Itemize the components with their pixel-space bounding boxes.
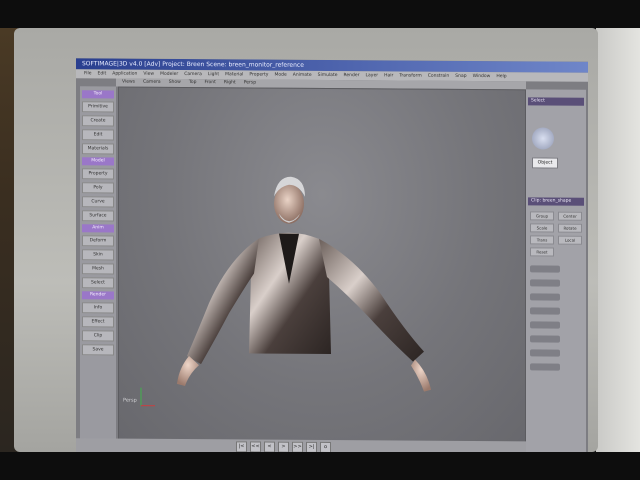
tool-button-edit[interactable]: Edit [82,129,114,141]
menu-item-transform[interactable]: Transform [399,71,421,80]
property-slider[interactable] [530,293,560,301]
letterbox-bottom [0,452,640,480]
select-header: Select [528,97,584,106]
left-tool-panel: Tool Primitive Create Edit Materials Model Pro… [80,86,116,447]
property-button-trans[interactable]: Trans [530,235,554,245]
window-title: SOFTIMAGE|3D v4.0 [Adv] Project: Breen S… [82,60,304,69]
property-button-scale[interactable]: Scale [530,223,554,233]
3d-viewport[interactable]: Persp [118,86,526,444]
menu-item-render[interactable]: Render [343,71,359,80]
monitor-screen: SOFTIMAGE|3D v4.0 [Adv] Project: Breen S… [76,58,588,472]
toolbar-item-views[interactable]: Views [122,79,135,87]
property-slider[interactable] [530,363,560,371]
clip-header: Clip: breen_shape [528,197,584,206]
toolbar-item-front[interactable]: Front [204,79,215,87]
tool-button-property[interactable]: Property [82,168,114,180]
property-button-local[interactable]: Local [558,235,582,245]
menu-item-hair[interactable]: Hair [384,71,393,80]
menu-item-application[interactable]: Application [112,69,137,78]
letterbox-top [0,0,640,28]
menu-item-mode[interactable]: Mode [274,71,286,80]
tool-button-create[interactable]: Create [82,115,114,127]
arrow-select-icon[interactable] [532,127,554,150]
toolbar-item-camera[interactable]: Camera [143,79,161,87]
toolbar-item-show[interactable]: Show [169,79,181,87]
toolbar-item-right[interactable]: Right [224,79,236,87]
character-left-arm [187,238,259,365]
playback-control-4[interactable]: >> [292,441,303,453]
menu-item-modeler[interactable]: Modeler [160,70,178,79]
tool-button-materials[interactable]: Materials [82,143,114,155]
viewport-label: Persp [123,397,137,404]
playback-control-0[interactable]: |< [236,440,247,452]
character-model [140,176,431,407]
menu-item-snap[interactable]: Snap [455,72,466,81]
tool-button-deform[interactable]: Deform [82,235,114,247]
property-slider[interactable] [530,307,560,315]
tool-button-select[interactable]: Select [82,277,114,289]
property-slider[interactable] [530,265,560,273]
tool-button-info[interactable]: Info [82,302,114,314]
tab-tool[interactable]: Tool [82,90,114,99]
menu-item-camera[interactable]: Camera [184,70,202,79]
tool-button-curve[interactable]: Curve [82,196,114,208]
tool-button-skin[interactable]: Skin [82,249,114,261]
menu-item-help[interactable]: Help [496,72,506,81]
playback-control-5[interactable]: >| [306,441,317,453]
playback-control-2[interactable]: < [264,441,275,453]
character-right-arm [319,238,424,362]
property-slider[interactable] [530,335,560,343]
tool-button-mesh[interactable]: Mesh [82,263,114,275]
property-button-rotate[interactable]: Rotate [558,223,582,233]
background-wall [596,28,640,452]
monitor-bezel: SOFTIMAGE|3D v4.0 [Adv] Project: Breen S… [14,28,598,472]
property-button-group[interactable]: Group [530,211,554,221]
tab-model[interactable]: Model [82,157,114,166]
tool-button-save[interactable]: Save [82,344,114,356]
tab-render[interactable]: Render [82,291,114,300]
menu-item-property[interactable]: Property [249,70,268,79]
playback-control-1[interactable]: << [250,440,261,453]
property-slider[interactable] [530,321,560,329]
property-slider[interactable] [530,279,560,287]
menu-item-layer[interactable]: Layer [366,71,379,80]
menu-item-light[interactable]: Light [208,70,219,79]
character-right-hand [411,359,431,392]
tool-button-poly[interactable]: Poly [82,182,114,194]
menu-item-animate[interactable]: Animate [293,71,312,80]
tool-button-effect[interactable]: Effect [82,316,114,328]
tool-button-primitive[interactable]: Primitive [82,101,114,113]
toolbar-item-persp[interactable]: Persp [244,79,256,87]
playback-control-6[interactable]: o [320,441,331,453]
playback-control-3[interactable]: > [278,441,289,453]
property-button-center[interactable]: Center [558,211,582,221]
toolbar-item-top[interactable]: Top [189,79,197,87]
menu-item-view[interactable]: View [143,70,154,79]
menu-item-edit[interactable]: Edit [98,69,107,78]
object-button[interactable]: Object [532,157,558,169]
menu-item-simulate[interactable]: Simulate [318,71,338,80]
menu-item-material[interactable]: Material [225,70,243,79]
right-property-panel: Select Object Clip: breen_shape Group Cen… [526,89,586,462]
menu-item-window[interactable]: Window [473,72,491,81]
tool-button-clip[interactable]: Clip [82,330,114,342]
menu-item-constrain[interactable]: Constrain [428,72,450,81]
property-slider[interactable] [530,349,560,357]
property-button-reset[interactable]: Reset [530,247,554,257]
tab-anim[interactable]: Anim [82,224,114,233]
menu-item-file[interactable]: File [84,69,92,78]
tool-button-surface[interactable]: Surface [82,210,114,222]
